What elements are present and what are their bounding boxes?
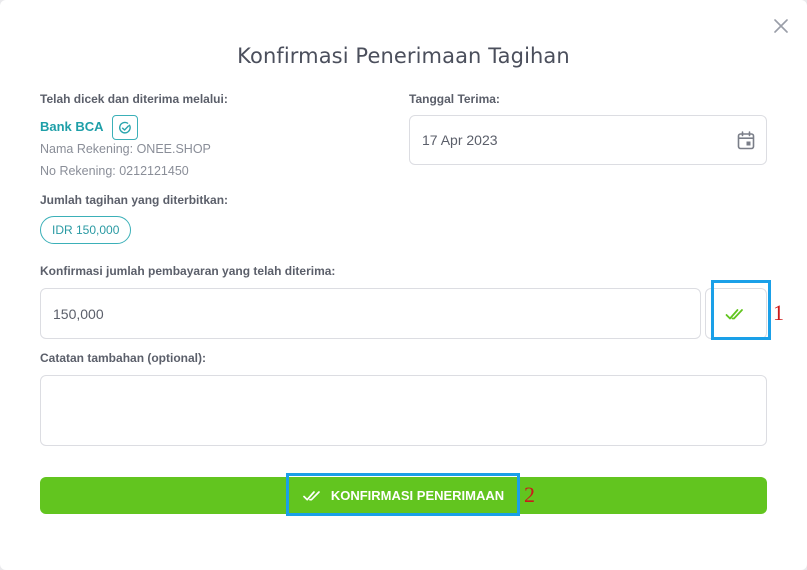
confirm-amount-input[interactable]: 150,000 [40,288,701,339]
annotation-2: 2 [524,482,535,507]
issued-amount-badge: IDR 150,000 [40,216,132,244]
annotation-1: 1 [773,300,784,325]
confirm-amount-value: 150,000 [53,305,104,322]
received-via-label: Telah dicek dan diterima melalui: [40,92,228,106]
highlight-box-2 [286,473,520,516]
notes-label: Catatan tambahan (optional): [40,351,207,365]
highlight-box-1 [711,280,771,340]
notes-textarea[interactable] [40,375,767,446]
confirmation-modal: Konfirmasi Penerimaan Tagihan Telah dice… [0,0,807,570]
account-number: No Rekening: 0212121450 [40,164,189,178]
close-icon [774,19,788,33]
received-date-value: 17 Apr 2023 [422,132,498,148]
received-date-label: Tanggal Terima: [409,92,500,106]
received-date-field[interactable]: 17 Apr 2023 [409,115,767,165]
issued-amount-label: Jumlah tagihan yang diterbitkan: [40,193,229,207]
bank-check-button[interactable] [112,115,138,140]
check-circle-icon [119,121,131,134]
confirm-amount-label: Konfirmasi jumlah pembayaran yang telah … [40,264,336,278]
account-name: Nama Rekening: ONEE.SHOP [40,142,211,156]
close-button[interactable] [769,14,793,38]
modal-title: Konfirmasi Penerimaan Tagihan [237,44,570,68]
calendar-icon[interactable] [737,131,755,150]
bank-name: Bank BCA [40,119,104,134]
